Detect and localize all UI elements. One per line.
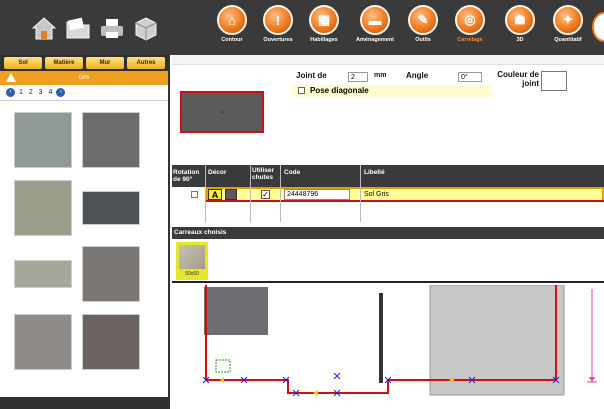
tile-swatch[interactable]	[14, 260, 72, 288]
editor-header-strip	[172, 55, 604, 65]
tool-outils[interactable]: ✎ Outils	[398, 5, 448, 55]
tile-swatch[interactable]	[82, 246, 140, 302]
tool-contour[interactable]: ⌂ Contour	[207, 5, 257, 55]
tiling-editor: A Joint de 2 mm Angle 0° Couleur de join…	[172, 55, 604, 409]
dressing-icon: ▦	[309, 5, 339, 35]
tile-thumbnail	[179, 245, 205, 269]
rotation-checkbox[interactable]	[191, 191, 198, 198]
col-divider	[205, 165, 206, 222]
decor-swatch	[225, 189, 237, 200]
panel-footer	[0, 397, 170, 409]
joint-label: Joint de	[296, 71, 327, 80]
table-row[interactable]: A ✓ 24448796 Sol Gris	[172, 187, 604, 202]
tab-mur[interactable]: Mur	[86, 57, 124, 69]
tile-table-header: Rotation de 90° Décor Utiliser chutes Co…	[172, 165, 604, 187]
angle-input[interactable]: 0°	[458, 72, 482, 82]
page-2[interactable]: 2	[29, 85, 33, 101]
tile-swatch[interactable]	[14, 112, 72, 168]
tab-sol[interactable]: Sol	[4, 57, 42, 69]
tool-label: Contour	[221, 37, 243, 43]
col-decor: Décor	[208, 169, 227, 176]
chosen-tiles-list: 50x50	[172, 239, 604, 283]
decor-letter: A	[208, 189, 222, 200]
floor-plan[interactable]	[172, 284, 604, 409]
diagonal-label: Pose diagonale	[310, 86, 369, 95]
catalog-panel: Sol Matière Mur Autres Gris ‹ 1 2 3 4 ›	[0, 55, 170, 409]
plan-floor-area	[429, 284, 565, 396]
tools-icon: ✎	[408, 5, 438, 35]
tile-swatch[interactable]	[82, 314, 140, 370]
diagonal-option: Pose diagonale	[292, 85, 492, 97]
tool-amenagement[interactable]: ▬ Aménagement	[350, 5, 400, 55]
print-icon[interactable]	[98, 14, 126, 42]
tool-label: Aménagement	[356, 37, 394, 43]
folder-icon[interactable]	[64, 14, 92, 42]
quantity-icon: ✦	[553, 5, 583, 35]
joint-color-label-2: joint	[522, 79, 539, 88]
tile-swatch[interactable]	[82, 191, 140, 225]
page-4[interactable]: 4	[49, 85, 53, 101]
category-name: Gris	[78, 75, 90, 81]
tiling-icon: ◎	[455, 5, 485, 35]
tile-swatch[interactable]	[82, 112, 140, 168]
tool-ouvertures[interactable]: ! Ouvertures	[253, 5, 303, 55]
chosen-tiles-title: Carreaux choisis	[174, 229, 227, 236]
angle-label: Angle	[406, 71, 429, 80]
tile-preview: A	[180, 91, 264, 133]
tab-matiere[interactable]: Matière	[45, 57, 83, 69]
diagonal-checkbox[interactable]	[298, 87, 305, 94]
joint-input[interactable]: 2	[348, 72, 368, 82]
col-divider	[250, 165, 251, 222]
tool-label: Ouvertures	[263, 37, 293, 43]
main-toolbar: ⌂ Contour ! Ouvertures ▦ Habillages ▬ Am…	[0, 0, 604, 55]
tile-swatch[interactable]	[14, 314, 72, 370]
joint-unit: mm	[374, 72, 387, 79]
opening-icon: !	[263, 5, 293, 35]
page-3[interactable]: 3	[39, 85, 43, 101]
3d-icon: ☗	[505, 5, 535, 35]
tool-carrelage[interactable]: ◎ Carrelage	[445, 5, 495, 55]
app-window: ⌂ Contour ! Ouvertures ▦ Habillages ▬ Am…	[0, 0, 604, 409]
tool-label: Habillages	[310, 37, 338, 43]
col-divider	[360, 165, 361, 222]
chosen-tiles-header: Carreaux choisis	[172, 227, 604, 239]
tool-label: Quantitatif	[554, 37, 582, 43]
next-page-icon[interactable]: ›	[56, 87, 66, 97]
plan-room-block	[204, 287, 268, 335]
tile-size-caption: 50x50	[185, 271, 199, 277]
tool-quantitatif[interactable]: ✦ Quantitatif	[543, 5, 593, 55]
col-code: Code	[284, 169, 301, 176]
chosen-tile[interactable]: 50x50	[176, 242, 208, 280]
pager: ‹ 1 2 3 4 ›	[0, 85, 168, 101]
overflow-tool-icon[interactable]	[592, 12, 604, 42]
chutes-checkbox[interactable]: ✓	[261, 190, 270, 199]
tool-3d[interactable]: ☗ 3D	[495, 5, 545, 55]
prev-page-icon[interactable]: ‹	[6, 87, 15, 97]
page-1[interactable]: 1	[19, 85, 23, 101]
table-body	[172, 202, 604, 222]
tool-label: 3D	[516, 37, 524, 43]
preview-caption: A	[220, 109, 224, 114]
joint-color-label: Couleur de	[497, 70, 539, 79]
joint-color-picker[interactable]	[541, 71, 567, 91]
contour-icon: ⌂	[217, 5, 247, 35]
tool-habillages[interactable]: ▦ Habillages	[299, 5, 349, 55]
tile-swatch[interactable]	[14, 180, 72, 236]
tool-label: Outils	[415, 37, 431, 43]
category-bar: Gris	[0, 71, 168, 85]
code-field[interactable]: 24448796	[284, 189, 350, 200]
home-icon[interactable]	[30, 14, 58, 42]
col-chutes: Utiliser chutes	[252, 167, 275, 181]
tool-label: Carrelage	[457, 37, 483, 43]
col-rotation: Rotation de 90°	[173, 169, 200, 183]
col-libelle: Libellé	[364, 169, 385, 176]
furnishing-icon: ▬	[360, 5, 390, 35]
tab-autres[interactable]: Autres	[127, 57, 165, 69]
catalog-tabs: Sol Matière Mur Autres	[0, 55, 168, 71]
libelle-field: Sol Gris	[364, 191, 389, 198]
col-divider	[280, 165, 281, 222]
box-icon[interactable]	[132, 14, 160, 42]
